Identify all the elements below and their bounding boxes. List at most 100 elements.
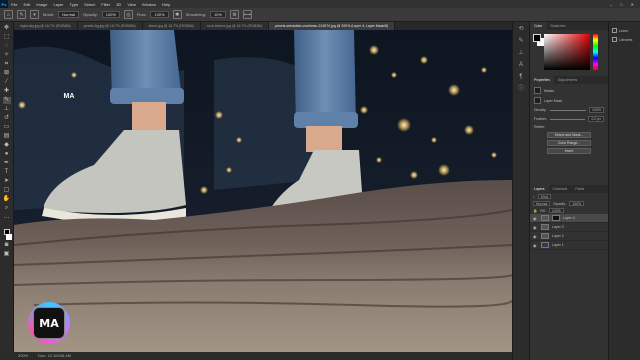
lasso-tool-icon[interactable]: ◌	[3, 43, 11, 50]
healing-tool-icon[interactable]: ✚	[3, 88, 11, 95]
shape-tool-icon[interactable]: ▢	[3, 187, 11, 194]
path-select-tool-icon[interactable]: ➤	[3, 178, 11, 185]
type-tool-icon[interactable]: T	[3, 169, 11, 176]
menu-layer[interactable]: Layer	[50, 2, 66, 7]
background-color-swatch[interactable]	[5, 234, 12, 240]
layer-row[interactable]: ◉ Layer 2	[530, 232, 608, 241]
layer-mask-thumbnail[interactable]	[552, 215, 560, 221]
menu-window[interactable]: Window	[139, 2, 159, 7]
menu-file[interactable]: File	[8, 2, 20, 7]
menu-view[interactable]: View	[124, 2, 139, 7]
brush-preset-icon[interactable]: ✎	[17, 10, 26, 19]
flow-field[interactable]: 100%	[150, 11, 169, 18]
minimize-button[interactable]: –	[610, 2, 612, 7]
quick-mask-icon[interactable]: ◙	[3, 242, 11, 249]
learn-label: Learn	[619, 28, 628, 33]
character-icon[interactable]: A	[517, 62, 525, 69]
hand-tool-icon[interactable]: ✋	[3, 196, 11, 203]
visibility-eye-icon[interactable]: ◉	[533, 216, 538, 221]
close-button[interactable]: ✕	[631, 2, 634, 7]
fill-field[interactable]: 100%	[548, 208, 564, 213]
visibility-eye-icon[interactable]: ◉	[533, 234, 538, 239]
menu-image[interactable]: Image	[33, 2, 50, 7]
tab-adjustments[interactable]: Adjustments	[554, 76, 581, 84]
tab-color[interactable]: Color	[530, 22, 547, 30]
paragraph-icon[interactable]: ¶	[517, 74, 525, 81]
more-tools-icon[interactable]: …	[3, 214, 11, 221]
info-icon[interactable]: ⓘ	[517, 86, 525, 93]
select-and-mask-button[interactable]: Select and Mask...	[547, 132, 591, 138]
tab-paths[interactable]: Paths	[571, 185, 588, 193]
pen-tool-icon[interactable]: ✒	[3, 160, 11, 167]
density-slider[interactable]	[549, 109, 587, 111]
brush-tool-icon[interactable]: ✎	[2, 97, 11, 104]
menu-3d[interactable]: 3D	[113, 2, 124, 7]
dodge-tool-icon[interactable]: ●	[3, 151, 11, 158]
menu-edit[interactable]: Edit	[20, 2, 33, 7]
tab-document[interactable]: stone.jpg @ 16.7% (RGB/8#)	[142, 22, 201, 30]
gradient-tool-icon[interactable]: ▤	[3, 133, 11, 140]
invert-button[interactable]: Invert	[547, 148, 591, 154]
libraries-panel-button[interactable]: Libraries	[609, 35, 640, 44]
brush-settings-icon[interactable]: ▾	[30, 10, 39, 19]
tab-layers[interactable]: Layers	[530, 185, 549, 193]
menu-filter[interactable]: Filter	[98, 2, 113, 7]
tab-document[interactable]: rock-texture.jpg @ 16.7% (RGB/8#)	[200, 22, 270, 30]
eraser-tool-icon[interactable]: ▭	[3, 124, 11, 131]
smoothing-field[interactable]: 10%	[209, 11, 226, 18]
clone-stamp-tool-icon[interactable]: ⊥	[3, 106, 11, 113]
screen-mode-icon[interactable]: ▣	[3, 251, 11, 258]
eyedropper-tool-icon[interactable]: ⁄	[3, 79, 11, 86]
feather-slider[interactable]	[550, 118, 586, 120]
quick-select-tool-icon[interactable]: ✧	[3, 52, 11, 59]
feather-value[interactable]: 0.0 px	[588, 116, 604, 122]
layer-mask-icon[interactable]	[534, 97, 541, 104]
frame-tool-icon[interactable]: ⊠	[3, 70, 11, 77]
tab-swatches[interactable]: Swatches	[546, 22, 569, 30]
symmetry-icon[interactable]: ⟷	[242, 10, 252, 19]
history-icon[interactable]: ⟲	[517, 26, 525, 33]
document-canvas[interactable]: MA	[14, 30, 512, 352]
layer-opacity-field[interactable]: 100%	[569, 201, 585, 206]
learn-libraries-column: Learn Libraries	[608, 22, 640, 360]
tab-document[interactable]: pexels-bg.jpg @ 16.7% (RGB/8#)	[77, 22, 143, 30]
gear-icon[interactable]: ⚙	[229, 10, 239, 19]
move-tool-icon[interactable]: ✥	[3, 25, 11, 32]
tab-document-active[interactable]: pexels-sebastian-voortman-214574.jpg @ 2…	[269, 22, 396, 30]
lock-icon[interactable]: 🔒	[533, 209, 537, 213]
pressure-opacity-icon[interactable]: ◎	[123, 10, 133, 19]
density-value[interactable]: 100%	[589, 107, 604, 113]
mask-icon	[534, 87, 541, 94]
layer-row[interactable]: ◉ Layer 3	[530, 223, 608, 232]
zoom-tool-icon[interactable]: ⌕	[3, 205, 11, 212]
opacity-field[interactable]: 100%	[101, 11, 120, 18]
maximize-button[interactable]: □	[620, 2, 622, 7]
blend-mode-dropdown[interactable]: Normal	[533, 201, 551, 206]
brush-panel-icon[interactable]: ✎	[517, 38, 525, 45]
layer-row[interactable]: ◉ Layer 1	[530, 241, 608, 250]
menu-type[interactable]: Type	[67, 2, 82, 7]
learn-panel-button[interactable]: Learn	[609, 26, 640, 35]
crop-tool-icon[interactable]: ⌗	[3, 61, 11, 68]
color-range-button[interactable]: Color Range...	[547, 140, 591, 146]
tab-channels[interactable]: Channels	[549, 185, 572, 193]
airbrush-icon[interactable]: ✱	[172, 10, 182, 19]
history-brush-tool-icon[interactable]: ↺	[3, 115, 11, 122]
menu-select[interactable]: Select	[81, 2, 98, 7]
visibility-eye-icon[interactable]: ◉	[533, 243, 538, 248]
home-icon[interactable]: ⌂	[4, 10, 13, 19]
marquee-tool-icon[interactable]: ⬚	[3, 34, 11, 41]
mode-dropdown[interactable]: Normal	[58, 11, 80, 18]
tab-document[interactable]: night-sky.jpg @ 16.7% (RGB/8#)	[14, 22, 78, 30]
visibility-eye-icon[interactable]: ◉	[533, 225, 538, 230]
layer-row[interactable]: ◉ Layer 4	[530, 214, 608, 223]
tab-properties[interactable]: Properties	[530, 76, 554, 84]
blur-tool-icon[interactable]: ◆	[3, 142, 11, 149]
zoom-readout[interactable]: 200%	[18, 352, 28, 360]
clone-source-icon[interactable]: ⊥	[517, 50, 525, 57]
kind-filter[interactable]: Kind	[537, 194, 551, 199]
color-field[interactable]	[544, 34, 590, 70]
menu-help[interactable]: Help	[159, 2, 173, 7]
hue-slider[interactable]	[593, 34, 598, 70]
foreground-swatch[interactable]	[533, 34, 541, 42]
